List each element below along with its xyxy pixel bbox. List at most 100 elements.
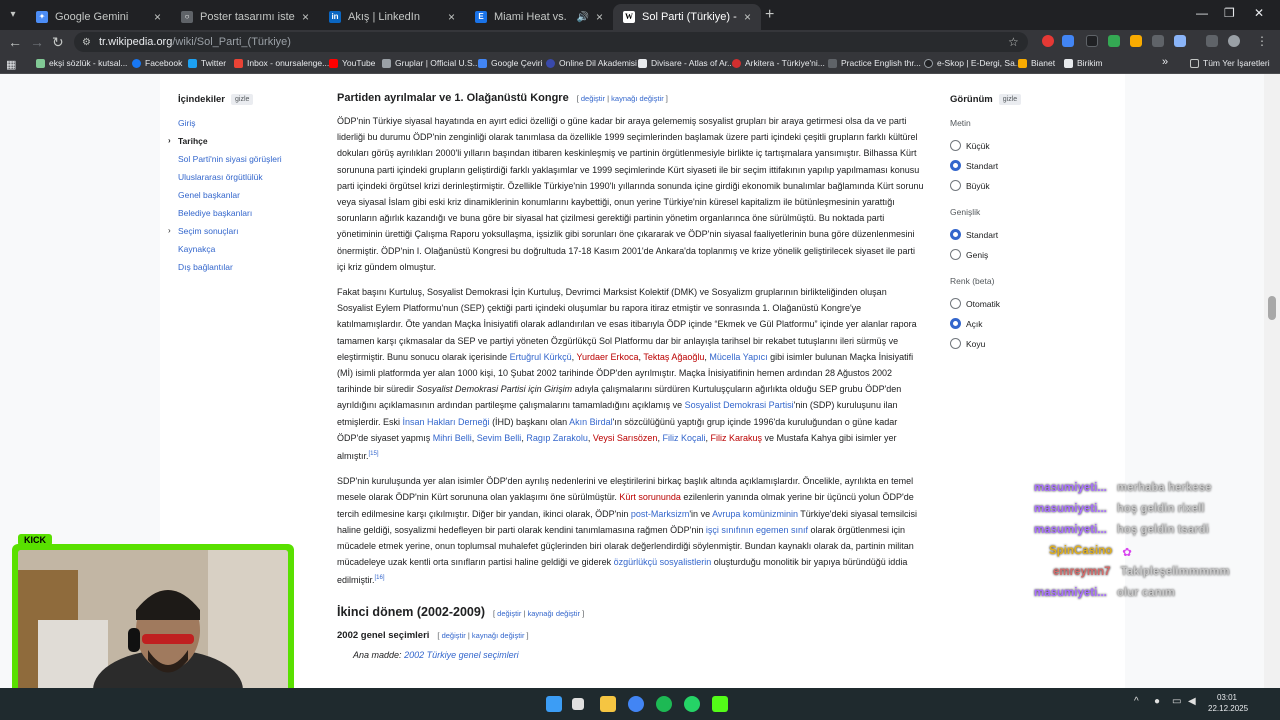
address-bar[interactable]: ⚙ tr.wikipedia.org/wiki/Sol_Parti_(Türki…	[74, 32, 1028, 52]
link[interactable]: Akın Birdal	[569, 417, 613, 427]
link[interactable]: Avrupa komünizminin	[712, 509, 798, 519]
bookmark-item[interactable]: Online Dil Akademisi	[546, 58, 637, 68]
radio-color-auto[interactable]: Otomatik	[950, 298, 1000, 309]
link[interactable]: Mücella Yapıcı	[709, 352, 767, 362]
toc-item-genel-baskanlar[interactable]: Genel başkanlar	[178, 190, 240, 200]
link[interactable]: Sevim Belli	[477, 433, 522, 443]
extension-icon[interactable]	[1130, 35, 1142, 47]
edit-link[interactable]: değiştir	[581, 94, 605, 103]
tray-chevron-icon[interactable]: ^	[1134, 696, 1139, 707]
extension-icon[interactable]	[1152, 35, 1164, 47]
whatsapp-icon[interactable]	[684, 696, 700, 712]
bookmark-item[interactable]: Practice English thr...	[828, 58, 921, 68]
close-icon[interactable]: ×	[448, 10, 455, 24]
link[interactable]: Veysi Sarısözen	[593, 433, 658, 443]
link[interactable]: post-Marksizm	[631, 509, 690, 519]
reload-button[interactable]: ↻	[52, 34, 64, 51]
scrollbar-thumb[interactable]	[1268, 296, 1276, 320]
radio-text-large[interactable]: Büyük	[950, 180, 990, 191]
edit-source-link[interactable]: kaynağı değiştir	[527, 609, 580, 618]
link[interactable]: Filiz Karakuş	[710, 433, 762, 443]
extension-icon[interactable]	[1042, 35, 1054, 47]
system-clock[interactable]: 03:01 22.12.2025	[1208, 692, 1248, 714]
tab-gemini[interactable]: ✦ Google Gemini ×	[26, 4, 171, 30]
file-explorer-icon[interactable]	[600, 696, 616, 712]
toc-item-tarihce[interactable]: › Tarihçe	[168, 136, 208, 146]
bookmark-item[interactable]: Twitter	[188, 58, 226, 68]
edit-source-link[interactable]: kaynağı değiştir	[472, 631, 525, 640]
radio-button[interactable]	[950, 249, 961, 260]
bookmark-item[interactable]: Inbox - onursalenge...	[234, 58, 329, 68]
radio-width-wide[interactable]: Geniş	[950, 249, 988, 260]
network-icon[interactable]: ▭	[1172, 696, 1181, 707]
close-icon[interactable]: ×	[744, 10, 751, 24]
close-icon[interactable]: ×	[154, 10, 161, 24]
radio-color-dark[interactable]: Koyu	[950, 338, 985, 349]
link[interactable]: Ragıp Zarakolu	[526, 433, 588, 443]
puzzle-icon[interactable]	[1174, 35, 1186, 47]
bookmark-item[interactable]: Divisare - Atlas of Ar...	[638, 58, 734, 68]
main-article-link[interactable]: 2002 Türkiye genel seçimleri	[404, 650, 519, 660]
bookmark-star-icon[interactable]: ☆	[1008, 35, 1019, 49]
appearance-hide-button[interactable]: gizle	[998, 94, 1022, 105]
close-icon[interactable]: ×	[302, 10, 309, 24]
link[interactable]: Ertuğrul Kürkçü	[510, 352, 572, 362]
tab-linkedin[interactable]: in Akış | LinkedIn ×	[319, 4, 465, 30]
bookmark-item[interactable]: Facebook	[132, 58, 182, 68]
radio-button[interactable]	[950, 229, 961, 240]
link[interactable]: Filiz Koçali	[662, 433, 705, 443]
bookmark-item[interactable]: Bianet	[1018, 58, 1055, 68]
link[interactable]: Mihri Belli	[433, 433, 472, 443]
edit-link[interactable]: değiştir	[497, 609, 521, 618]
media-icon[interactable]	[1206, 35, 1218, 47]
back-button[interactable]: ←	[8, 34, 22, 50]
toc-item-uluslararasi[interactable]: Uluslararası örgütlülük	[178, 172, 263, 182]
bookmark-item[interactable]: e-Skop | E-Dergi, Sa...	[924, 58, 1022, 68]
toc-item-secim[interactable]: › Seçim sonuçları	[168, 226, 238, 236]
tab-wikipedia[interactable]: W Sol Parti (Türkiye) - Vikipedi ×	[613, 4, 761, 30]
apps-icon[interactable]: ▦	[6, 58, 16, 71]
extension-icon[interactable]	[1108, 35, 1120, 47]
maximize-button[interactable]: ❐	[1224, 6, 1235, 20]
task-view-icon[interactable]	[572, 698, 584, 710]
link[interactable]: İnsan Hakları Derneği	[403, 417, 490, 427]
kick-app-icon[interactable]	[712, 696, 728, 712]
radio-text-small[interactable]: Küçük	[950, 140, 990, 151]
radio-width-standard[interactable]: Standart	[950, 229, 998, 240]
chrome-icon[interactable]	[628, 696, 644, 712]
bookmark-item[interactable]: YouTube	[329, 58, 375, 68]
radio-button[interactable]	[950, 180, 961, 191]
toc-hide-button[interactable]: gizle	[231, 94, 254, 105]
forward-button[interactable]: →	[30, 34, 44, 50]
menu-icon[interactable]: ⋮	[1256, 34, 1268, 48]
start-icon[interactable]	[546, 696, 562, 712]
microphone-icon[interactable]: ●	[1154, 696, 1160, 707]
radio-button[interactable]	[950, 160, 961, 171]
more-bookmarks-button[interactable]: »	[1162, 56, 1168, 68]
toc-item-giris[interactable]: Giriş	[178, 118, 195, 128]
edit-link[interactable]: değiştir	[442, 631, 466, 640]
spotify-icon[interactable]	[656, 696, 672, 712]
chevron-right-icon[interactable]: ›	[168, 226, 171, 235]
link[interactable]: Kürt sorununda	[619, 492, 681, 502]
link[interactable]: işçi sınıfının egemen sınıf	[706, 525, 808, 535]
tab-miami-heat[interactable]: E Miami Heat vs. New York K 🔊 ×	[465, 4, 613, 30]
all-bookmarks-folder[interactable]: Tüm Yer İşaretleri	[1190, 58, 1270, 68]
bookmark-item[interactable]: ekşi sözlük - kutsal...	[36, 58, 127, 68]
citation-link[interactable]: [15]	[369, 451, 379, 457]
toc-item-dis-baglantilar[interactable]: Dış bağlantılar	[178, 262, 233, 272]
chevron-right-icon[interactable]: ›	[168, 136, 171, 145]
radio-button[interactable]	[950, 338, 961, 349]
link[interactable]: özgürlükçü sosyalistlerin	[614, 557, 712, 567]
toc-item-siyasi-gorusler[interactable]: Sol Parti'nin siyasi görüşleri	[178, 154, 282, 164]
site-info-icon[interactable]: ⚙	[82, 37, 91, 48]
bookmark-item[interactable]: Birikim	[1064, 58, 1103, 68]
avatar[interactable]	[1228, 35, 1240, 47]
minimize-button[interactable]: —	[1196, 6, 1208, 20]
link[interactable]: Sosyalist Demokrasi Partisi	[685, 400, 794, 410]
link[interactable]: Yurdaer Erkoca	[576, 352, 638, 362]
translate-icon[interactable]	[1062, 35, 1074, 47]
extension-icon[interactable]	[1086, 35, 1098, 47]
volume-icon[interactable]: ◀	[1188, 696, 1196, 707]
radio-color-light[interactable]: Açık	[950, 318, 983, 329]
